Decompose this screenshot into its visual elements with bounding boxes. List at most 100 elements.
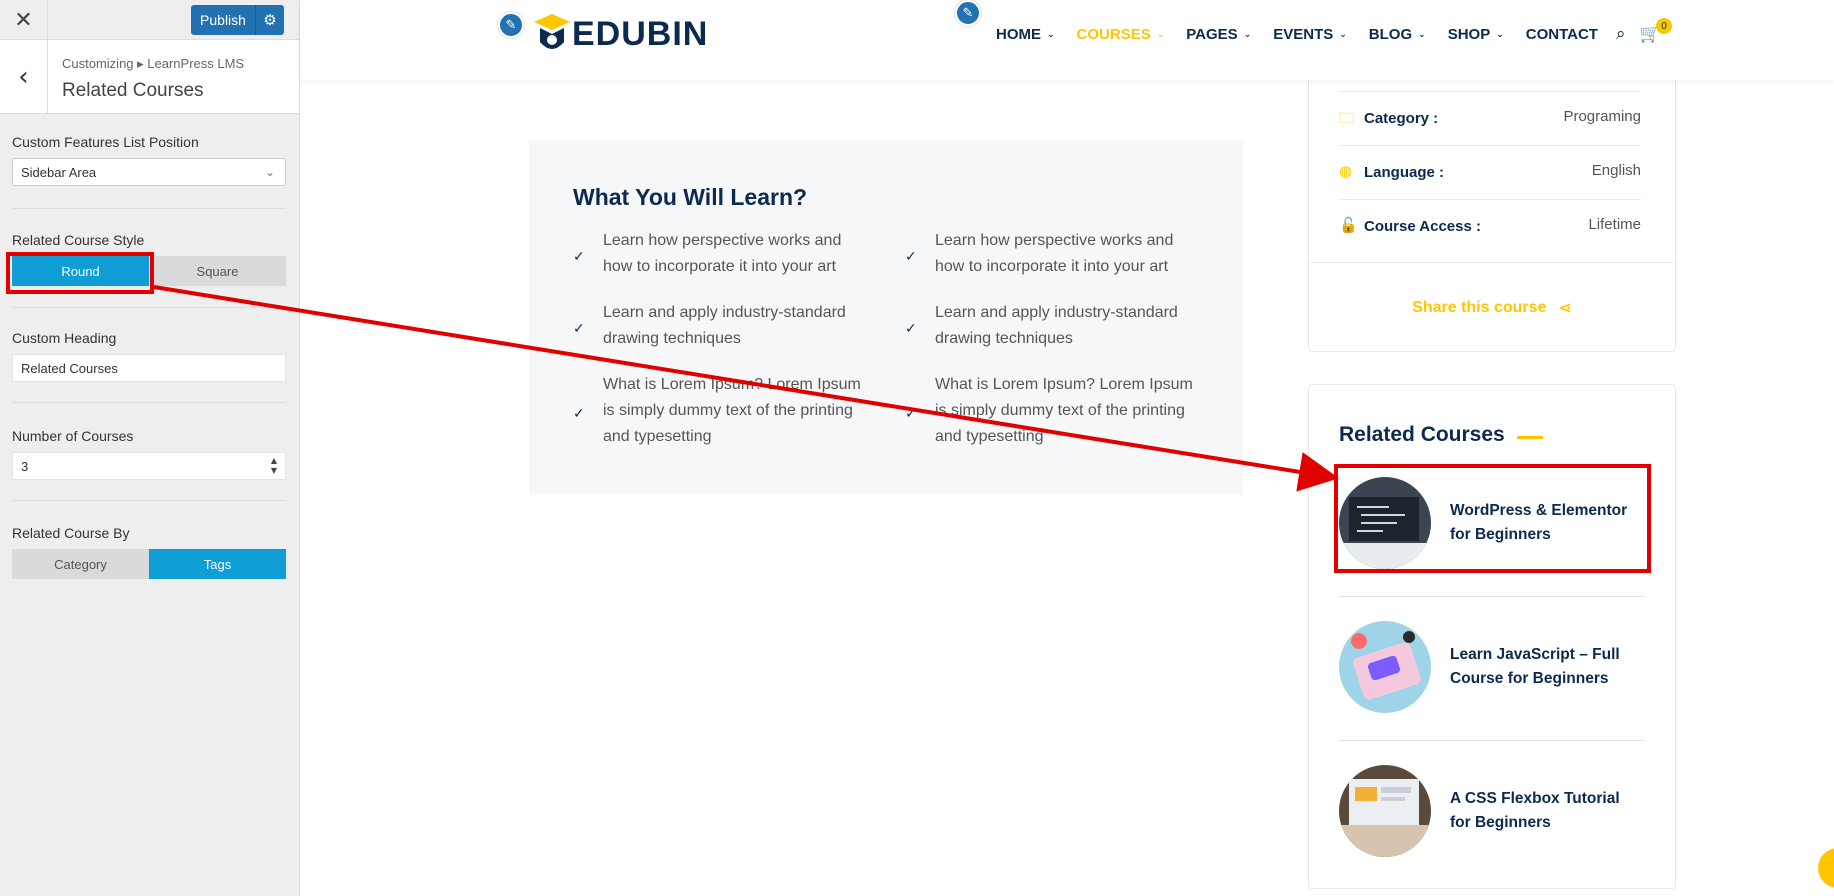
divider: [1339, 740, 1644, 741]
lock-icon: 🔓: [1339, 216, 1358, 234]
learn-item: ✓ Learn how perspective works and how to …: [573, 228, 873, 280]
close-icon[interactable]: ✕: [0, 0, 48, 40]
main-nav: HOME ⌄ COURSES ⌄ PAGES ⌄ EVENTS ⌄ BLOG ⌄ SHOP…: [996, 26, 1620, 43]
stepper-arrows-icon[interactable]: ▲ ▼: [271, 456, 277, 476]
features-position-value: Sidebar Area: [21, 165, 97, 180]
course-thumbnail[interactable]: [1339, 621, 1431, 713]
related-by-toggle: Category Tags: [12, 549, 286, 579]
custom-heading-label: Custom Heading: [12, 330, 117, 346]
check-icon: ✓: [573, 321, 585, 337]
learn-item: ✓ Learn and apply industry-standard drawi…: [905, 300, 1205, 352]
nav-home[interactable]: HOME ⌄: [996, 26, 1055, 43]
related-by-tags-button[interactable]: Tags: [149, 549, 286, 579]
annotation-box-round: [6, 252, 154, 294]
learn-item: ✓ Learn how perspective works and how to …: [905, 228, 1205, 280]
back-arrow-icon[interactable]: ‹: [0, 40, 48, 114]
section-title: Related Courses: [62, 80, 204, 101]
learn-item-text: What is Lorem Ipsum? Lorem Ipsum is simp…: [603, 376, 861, 445]
style-square-button[interactable]: Square: [149, 256, 286, 286]
floating-action-button[interactable]: [1818, 848, 1834, 888]
customizer-panel: ✕ Publish ⚙ ‹ Customizing ▸ LearnPress L…: [0, 0, 300, 896]
related-by-category-button[interactable]: Category: [12, 549, 149, 579]
nav-events[interactable]: EVENTS ⌄: [1273, 26, 1347, 43]
related-heading: Related Courses: [1339, 423, 1505, 446]
learn-heading: What You Will Learn?: [573, 184, 808, 210]
publish-label[interactable]: Publish: [191, 5, 256, 35]
course-thumbnail[interactable]: [1339, 765, 1431, 857]
info-key: Category :: [1364, 110, 1439, 127]
nav-courses[interactable]: COURSES ⌄: [1077, 26, 1165, 43]
divider: [12, 402, 286, 403]
related-course-item[interactable]: A CSS Flexbox Tutorial for Beginners: [1339, 765, 1644, 861]
related-by-control: Related Course By Category Tags: [12, 525, 286, 579]
number-of-courses-input[interactable]: 3 ▲ ▼: [12, 452, 286, 480]
graduation-cap-icon: [532, 12, 572, 56]
check-icon: ✓: [905, 321, 917, 337]
features-position-select[interactable]: Sidebar Area ⌄: [12, 158, 286, 186]
chevron-down-icon: ⌄: [1496, 29, 1504, 40]
learn-box: What You Will Learn? ✓ Learn how perspect…: [529, 140, 1243, 495]
info-key: Course Access :: [1364, 218, 1481, 235]
info-value: Programing: [1563, 108, 1641, 125]
nav-pages[interactable]: PAGES ⌄: [1186, 26, 1251, 43]
annotation-box-course: [1334, 464, 1651, 573]
info-row-access: 🔓 Course Access : Lifetime: [1339, 199, 1641, 253]
nav-home-label: HOME: [996, 26, 1041, 43]
related-course-item[interactable]: Learn JavaScript – Full Course for Begin…: [1339, 621, 1644, 717]
customizer-topbar: ✕ Publish ⚙: [0, 0, 299, 40]
check-icon: ✓: [573, 406, 585, 422]
check-icon: ✓: [905, 406, 917, 422]
info-value: Lifetime: [1588, 216, 1641, 233]
info-key: Language :: [1364, 164, 1445, 181]
publish-button[interactable]: Publish ⚙: [191, 5, 284, 35]
share-label: Share this course: [1412, 298, 1547, 316]
nav-shop[interactable]: SHOP ⌄: [1448, 26, 1504, 43]
nav-blog[interactable]: BLOG ⌄: [1369, 26, 1426, 43]
learn-item-text: What is Lorem Ipsum? Lorem Ipsum is simp…: [935, 376, 1193, 445]
number-of-courses-value: 3: [21, 459, 29, 474]
learn-item-text: Learn how perspective works and how to i…: [935, 232, 1174, 275]
heading-accent: [1517, 436, 1543, 439]
chevron-down-icon: ⌄: [264, 165, 275, 179]
course-style-label: Related Course Style: [12, 232, 145, 248]
check-icon: ✓: [905, 249, 917, 265]
edit-pencil-icon[interactable]: ✎: [498, 12, 524, 38]
chevron-down-icon: ⌄: [1243, 29, 1252, 40]
gear-icon[interactable]: ⚙: [256, 5, 284, 35]
course-title[interactable]: Learn JavaScript – Full Course for Begin…: [1450, 643, 1640, 691]
learn-item: ✓ What is Lorem Ipsum? Lorem Ipsum is sim…: [573, 372, 873, 450]
nav-shop-label: SHOP: [1447, 26, 1491, 43]
related-courses-widget: Related Courses WordPress & Elementor fo…: [1308, 384, 1676, 889]
learn-item-text: Learn and apply industry-standard drawin…: [935, 304, 1178, 347]
customizer-section-header: ‹ Customizing ▸ LearnPress LMS Related C…: [0, 40, 299, 114]
divider: [1339, 596, 1644, 597]
learn-item: ✓ Learn and apply industry-standard drawi…: [573, 300, 873, 352]
header-icons: ⌕ 🛒: [1616, 24, 1661, 44]
site-header: ✎ EDUBIN ✎ HOME ⌄ COURSES ⌄ PAGES ⌄ EVENTS ⌄…: [300, 0, 1834, 80]
nav-blog-label: BLOG: [1368, 26, 1413, 43]
site-logo[interactable]: EDUBIN: [532, 12, 708, 56]
features-position-control: Custom Features List Position Sidebar Ar…: [12, 134, 286, 186]
number-of-courses-label: Number of Courses: [12, 428, 134, 444]
course-title[interactable]: A CSS Flexbox Tutorial for Beginners: [1450, 787, 1640, 835]
info-row-language: ◍ Language : English: [1339, 145, 1641, 199]
custom-heading-input[interactable]: Related Courses: [12, 354, 286, 382]
check-icon: ✓: [573, 249, 585, 265]
search-icon[interactable]: ⌕: [1616, 24, 1626, 44]
folder-icon: 🗀: [1339, 109, 1355, 127]
learn-item-text: Learn how perspective works and how to i…: [603, 232, 842, 275]
chevron-down-icon: ⌄: [1339, 29, 1347, 40]
cart-count-badge: 0: [1656, 18, 1672, 34]
learn-item: ✓ What is Lorem Ipsum? Lorem Ipsum is sim…: [905, 372, 1205, 450]
nav-contact[interactable]: CONTACT: [1526, 26, 1598, 43]
chevron-down-icon: ⌄: [1156, 29, 1165, 40]
breadcrumb: Customizing ▸ LearnPress LMS: [62, 56, 245, 71]
features-position-label: Custom Features List Position: [12, 134, 199, 150]
site-preview: ✎ EDUBIN ✎ HOME ⌄ COURSES ⌄ PAGES ⌄ EVENTS ⌄…: [300, 0, 1834, 896]
chevron-down-icon: ⌄: [1047, 29, 1055, 40]
nav-courses-label: COURSES: [1076, 26, 1151, 43]
edit-pencil-icon[interactable]: ✎: [955, 0, 981, 26]
share-course-link[interactable]: Share this course ⋖: [1309, 262, 1675, 352]
number-of-courses-control: Number of Courses 3 ▲ ▼: [12, 428, 286, 480]
share-icon: ⋖: [1558, 298, 1572, 317]
